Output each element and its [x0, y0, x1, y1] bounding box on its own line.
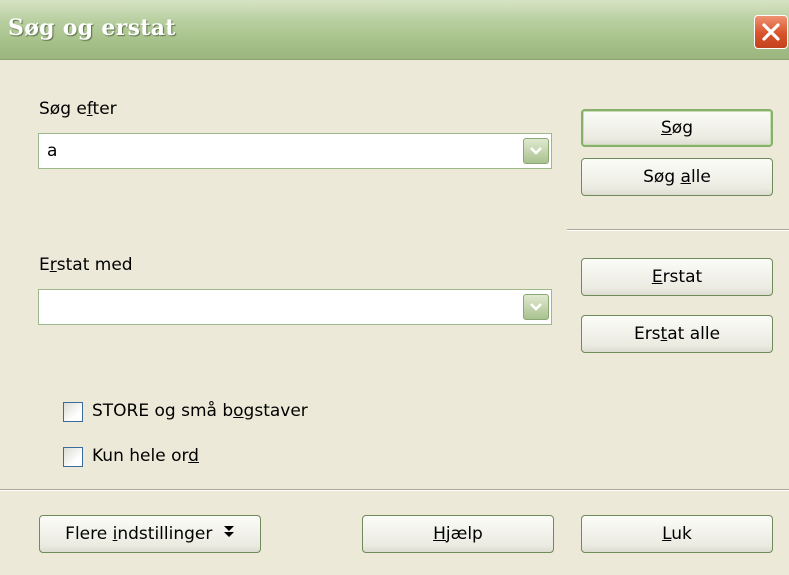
search-all-button[interactable]: Søg alle [581, 158, 773, 196]
close-x-icon [762, 23, 780, 41]
whole-words-checkbox[interactable] [63, 447, 83, 467]
whole-words-label[interactable]: Kun hele ord [92, 446, 199, 466]
match-case-label[interactable]: STORE og små bogstaver [92, 401, 308, 421]
replace-all-button[interactable]: Erstat alle [581, 315, 773, 353]
match-case-checkbox[interactable] [63, 402, 83, 422]
search-dropdown-button[interactable] [523, 138, 549, 164]
replace-combobox[interactable] [38, 289, 552, 325]
chevron-down-icon [530, 147, 542, 155]
replace-label: Erstat med [39, 255, 133, 275]
help-button[interactable]: Hjælp [362, 515, 554, 553]
title-bar[interactable]: Søg og erstat [0, 0, 789, 60]
right-separator [567, 229, 789, 231]
search-label: Søg efter [39, 99, 117, 119]
search-input-value[interactable]: a [47, 141, 57, 161]
more-options-button[interactable]: Flere indstillinger [39, 515, 261, 553]
close-window-button[interactable] [754, 15, 788, 49]
bottom-separator [0, 489, 789, 491]
double-chevron-down-icon [218, 526, 234, 542]
window-title: Søg og erstat [8, 15, 176, 41]
close-button[interactable]: Luk [581, 515, 773, 553]
replace-button[interactable]: Erstat [581, 258, 773, 296]
replace-dropdown-button[interactable] [523, 294, 549, 320]
search-combobox[interactable]: a [38, 133, 552, 169]
chevron-down-icon [530, 303, 542, 311]
search-button[interactable]: Søg [581, 109, 773, 147]
